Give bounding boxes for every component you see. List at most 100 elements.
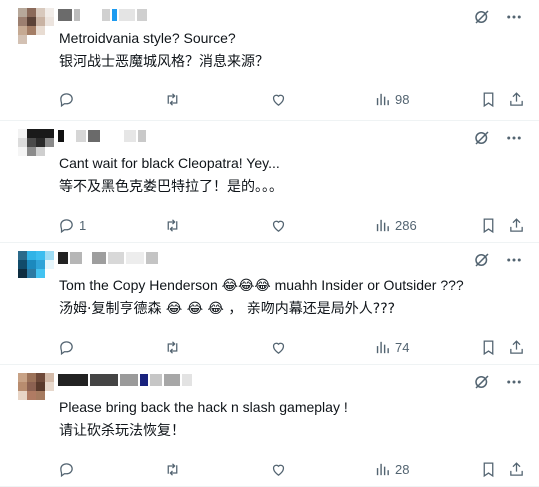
redacted-name-block	[74, 9, 80, 21]
redacted-name-block	[164, 374, 180, 386]
avatar[interactable]	[18, 129, 54, 165]
redacted-name-block	[137, 9, 147, 21]
post-actions: 28	[58, 460, 528, 478]
more-options-icon[interactable]	[505, 373, 523, 391]
grok-icon[interactable]	[473, 8, 491, 26]
reply-post[interactable]: Please bring back the hack n slash gamep…	[0, 365, 539, 487]
reply-post[interactable]: Metroidvania style? Source? 银河战士恶魔城风格？消息…	[0, 0, 539, 121]
avatar-pixel	[45, 251, 54, 260]
reply-post[interactable]: Cant wait for black Cleopatra! Yey... 等不…	[0, 121, 539, 243]
reply-button[interactable]	[58, 460, 79, 478]
redacted-name-block	[90, 374, 118, 386]
redacted-name-block	[120, 374, 138, 386]
redacted-name-block	[108, 252, 124, 264]
avatar-pixel	[36, 382, 45, 391]
avatar-pixel	[36, 17, 45, 26]
avatar-pixel	[27, 391, 36, 400]
repost-button[interactable]	[164, 338, 181, 356]
avatar-pixel	[18, 269, 27, 278]
like-button[interactable]	[270, 338, 287, 356]
bookmark-icon	[483, 217, 494, 233]
redacted-name-block	[140, 374, 148, 386]
bookmark-icon	[483, 461, 494, 477]
avatar-pixel	[45, 391, 54, 400]
share-button[interactable]	[508, 90, 525, 108]
avatar-pixel	[18, 278, 27, 287]
post-header-redacted	[58, 129, 146, 143]
redacted-name-block	[58, 374, 88, 386]
analytics-icon	[376, 219, 389, 231]
post-translation: 汤姆·复制亨德森 😂 😂 😂 ， 亲吻内幕还是局外人???	[59, 301, 396, 317]
bookmark-button[interactable]	[480, 216, 497, 234]
avatar-pixel	[45, 138, 54, 147]
grok-icon[interactable]	[473, 251, 491, 269]
bookmark-button[interactable]	[480, 460, 497, 478]
views-button[interactable]: 74	[374, 338, 409, 356]
grok-icon[interactable]	[473, 373, 491, 391]
share-button[interactable]	[508, 338, 525, 356]
avatar-pixel	[18, 147, 27, 156]
avatar-pixel	[27, 147, 36, 156]
avatar-pixel	[18, 35, 27, 44]
bookmark-icon	[483, 339, 494, 355]
avatar-pixel	[27, 400, 36, 409]
heart-icon	[272, 342, 285, 354]
avatar-pixel	[27, 260, 36, 269]
post-top-icons	[473, 251, 523, 269]
avatar-pixel	[45, 26, 54, 35]
reply-icon	[60, 340, 73, 355]
avatar-pixel	[36, 138, 45, 147]
share-button[interactable]	[508, 460, 525, 478]
views-button[interactable]: 28	[374, 460, 409, 478]
avatar-pixel	[36, 8, 45, 17]
share-button[interactable]	[508, 216, 525, 234]
heart-icon	[272, 220, 285, 232]
avatar-pixel	[18, 382, 27, 391]
views-count: 98	[395, 91, 410, 107]
repost-button[interactable]	[164, 216, 181, 234]
avatar[interactable]	[18, 251, 54, 287]
avatar-pixel	[27, 251, 36, 260]
grok-icon[interactable]	[473, 129, 491, 147]
post-top-icons	[473, 129, 523, 147]
share-icon	[510, 91, 523, 106]
bookmark-button[interactable]	[480, 338, 497, 356]
reply-button[interactable]	[58, 338, 79, 356]
avatar[interactable]	[18, 8, 54, 44]
like-button[interactable]	[270, 460, 287, 478]
avatar-pixel	[45, 382, 54, 391]
avatar-pixel	[27, 35, 36, 44]
avatar-pixel	[18, 129, 27, 138]
avatar-pixel	[27, 129, 36, 138]
repost-icon	[167, 462, 178, 476]
more-options-icon[interactable]	[505, 8, 523, 26]
more-options-icon[interactable]	[505, 129, 523, 147]
more-options-icon[interactable]	[505, 251, 523, 269]
like-button[interactable]	[270, 216, 287, 234]
repost-button[interactable]	[164, 460, 181, 478]
bookmark-button[interactable]	[480, 90, 497, 108]
avatar-pixel	[18, 373, 27, 382]
like-button[interactable]	[270, 90, 287, 108]
reply-post[interactable]: Tom the Copy Henderson 😂😂😂 muahh Insider…	[0, 243, 539, 365]
views-button[interactable]: 98	[374, 90, 409, 108]
redacted-name-block	[126, 252, 144, 264]
avatar-pixel	[45, 400, 54, 409]
views-count: 286	[395, 217, 417, 233]
post-translation: 等不及黑色克娄巴特拉了！是的。。。	[59, 179, 283, 195]
redacted-name-block	[58, 9, 72, 21]
reply-button[interactable]	[58, 90, 79, 108]
reply-button[interactable]: 1	[58, 216, 86, 234]
redacted-name-block	[76, 130, 86, 142]
avatar[interactable]	[18, 373, 54, 409]
avatar-pixel	[27, 138, 36, 147]
views-button[interactable]: 286	[374, 216, 417, 234]
avatar-pixel	[36, 147, 45, 156]
post-header-redacted	[58, 373, 192, 387]
repost-icon	[167, 92, 178, 106]
avatar-pixel	[18, 260, 27, 269]
avatar-pixel	[45, 129, 54, 138]
redacted-name-block	[102, 130, 122, 142]
repost-button[interactable]	[164, 90, 181, 108]
redacted-name-block	[58, 130, 64, 142]
